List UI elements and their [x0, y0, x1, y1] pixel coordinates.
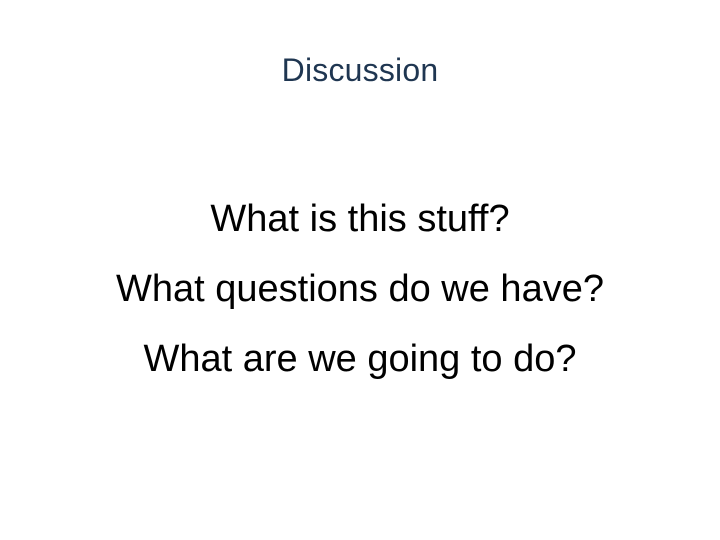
body-line-3: What are we going to do?: [143, 338, 577, 380]
body-line-1: What is this stuff?: [210, 198, 510, 240]
slide-body: What is this stuff? What questions do we…: [0, 184, 720, 394]
slide: Discussion What is this stuff? What ques…: [0, 0, 720, 540]
slide-title: Discussion: [281, 52, 439, 88]
body-line-2: What questions do we have?: [116, 268, 604, 310]
